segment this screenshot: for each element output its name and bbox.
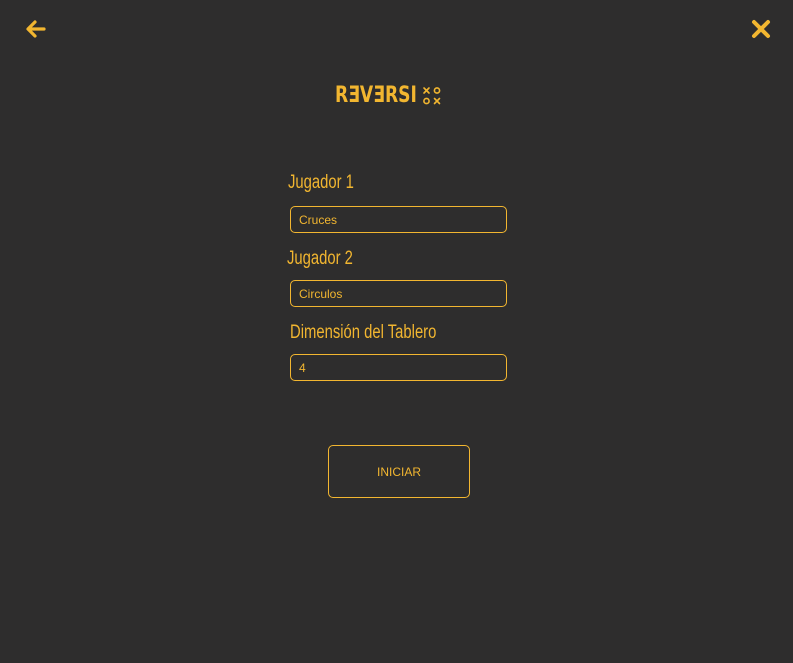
new-game-screen: RƎVƎRSI Jugador 1 Jugador 2 Dimensión de… [0,0,793,663]
arrow-left-icon [26,20,46,38]
player1-input[interactable] [290,206,507,233]
player2-label: Jugador 2 [287,248,353,269]
board-size-label: Dimensión del Tablero [290,322,437,343]
close-button[interactable] [747,15,775,43]
player1-label: Jugador 1 [288,172,354,193]
close-icon [752,20,770,38]
board-size-input[interactable] [290,354,507,381]
reversi-logo: RƎVƎRSI [335,84,442,108]
start-button[interactable]: INICIAR [328,445,470,498]
back-button[interactable] [22,15,50,43]
logo-text: RƎVƎRSI [335,83,417,108]
start-button-label: INICIAR [376,464,421,479]
player2-input[interactable] [290,280,507,307]
tic-tac-toe-marks-icon [423,87,441,105]
